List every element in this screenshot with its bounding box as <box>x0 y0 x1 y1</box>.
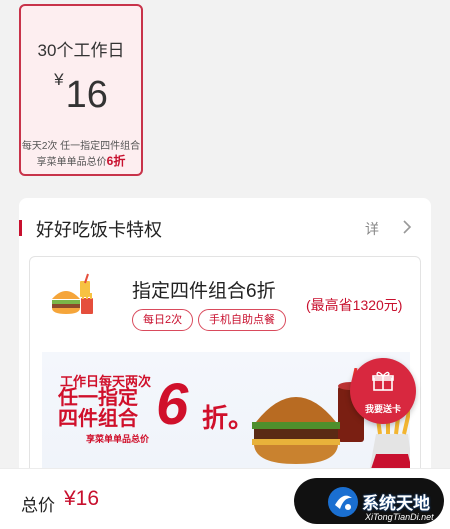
plan-currency: ¥ <box>54 70 64 89</box>
privilege-title: 好好吃饭卡特权 <box>36 220 162 240</box>
watermark-logo-icon <box>328 487 358 517</box>
watermark-url: XiTongTianDi.net <box>365 512 434 522</box>
plan-desc-prefix: 享菜单单品总价 <box>36 157 107 168</box>
plan-desc-line1: 每天2次 任一指定四件组合 <box>21 141 141 152</box>
gift-button-label: 我要送卡 <box>364 404 401 414</box>
plan-desc-line2: 享菜单单品总价6折 <box>21 154 141 170</box>
send-card-gift-button[interactable]: 我要送卡 <box>350 358 416 424</box>
banner-small-text: 享菜单单品总价 <box>86 434 150 444</box>
privilege-header[interactable]: 好好吃饭卡特权 详 <box>19 198 431 254</box>
total-price: ¥16 <box>64 487 100 510</box>
watermark-title: 系统天地 <box>362 494 430 513</box>
combo-meal-icon <box>52 273 93 314</box>
privilege-detail-link[interactable]: 详 <box>365 219 379 239</box>
total-label: 总价 <box>21 496 55 515</box>
section-accent-bar <box>19 220 22 236</box>
banner-line3: 四件组合 <box>58 408 138 430</box>
plan-price: ¥16 <box>21 70 141 117</box>
plan-desc-highlight: 6折 <box>106 154 126 168</box>
plan-price-value: 16 <box>65 74 108 116</box>
offer-tag-daily-twice: 每日2次 <box>132 309 194 331</box>
offer-saving: (最高省1320元) <box>306 297 403 313</box>
banner-line2: 任一指定 <box>58 387 138 409</box>
plan-description: 每天2次 任一指定四件组合 享菜单单品总价6折 <box>21 139 141 170</box>
plan-card-30-workdays[interactable]: 30个工作日 ¥16 每天2次 任一指定四件组合 享菜单单品总价6折 <box>19 4 143 176</box>
offer-title: 指定四件组合6折 <box>132 281 276 302</box>
offer-tag-self-order: 手机自助点餐 <box>198 309 286 331</box>
plan-title: 30个工作日 <box>37 41 125 60</box>
gift-icon <box>372 371 394 391</box>
banner-big-number: 6 <box>156 372 189 437</box>
chevron-right-icon[interactable] <box>401 219 413 235</box>
